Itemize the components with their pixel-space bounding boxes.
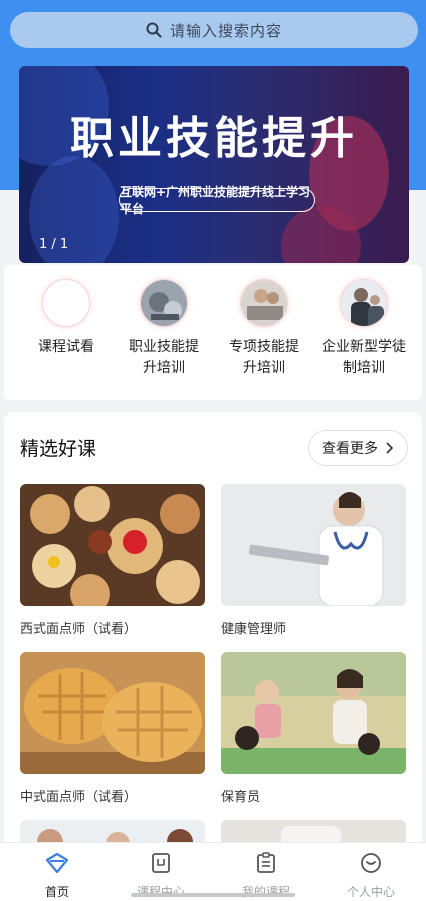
category-label: 专项技能提 升培训 bbox=[229, 339, 299, 376]
banner-subtitle: 互联网+广州职业技能提升线上学习平台 bbox=[119, 185, 315, 216]
home-icon bbox=[45, 852, 69, 874]
featured-courses-section: 精选好课 查看更多 西式面点师（试看） 健康管理师 中式面点师（试看） 保育员 bbox=[4, 412, 422, 901]
childcare-photo bbox=[221, 652, 406, 774]
tab-label: 首页 bbox=[44, 885, 69, 899]
search-placeholder: 请输入搜索内容 bbox=[169, 21, 282, 40]
my-courses-icon bbox=[257, 852, 275, 873]
category-vocational-skills[interactable]: 职业技能提 升培训 bbox=[116, 279, 212, 379]
promo-banner[interactable]: 职业技能提升 互联网+广州职业技能提升线上学习平台 1 / 1 bbox=[19, 66, 409, 263]
course-card[interactable]: 保育员 bbox=[221, 652, 406, 805]
home-indicator bbox=[131, 893, 295, 897]
chinese-pastry-photo bbox=[20, 652, 205, 774]
course-title: 中式面点师（试看） bbox=[20, 790, 138, 805]
section-title: 精选好课 bbox=[20, 438, 97, 460]
search-icon bbox=[146, 22, 162, 38]
apprentice-photo-icon bbox=[340, 279, 388, 327]
tab-label: 我的课程 bbox=[241, 885, 290, 899]
profile-icon bbox=[361, 853, 381, 873]
category-label: 职业技能提 升培训 bbox=[129, 339, 199, 376]
view-more-button[interactable]: 查看更多 bbox=[308, 430, 408, 466]
course-card[interactable]: 西式面点师（试看） bbox=[20, 484, 205, 637]
category-label: 企业新型学徒 制培训 bbox=[322, 339, 406, 376]
search-bar[interactable]: 请输入搜索内容 bbox=[10, 12, 418, 48]
category-course-preview[interactable]: 课程试看 bbox=[18, 279, 114, 358]
tab-profile[interactable]: 个人中心 bbox=[318, 851, 424, 900]
category-apprenticeship[interactable]: 企业新型学徒 制培训 bbox=[316, 279, 412, 379]
doctor-photo bbox=[221, 484, 406, 606]
category-label: 课程试看 bbox=[38, 339, 94, 355]
vocational-skills-photo-icon bbox=[140, 279, 188, 327]
tab-home[interactable]: 首页 bbox=[4, 851, 110, 900]
category-grid: 课程试看 职业技能提 升培训 专项技能提 升培训 企业新型学徒 制培训 bbox=[4, 265, 422, 400]
banner-page-indicator: 1 / 1 bbox=[39, 237, 69, 252]
blank-circle-icon bbox=[42, 279, 90, 327]
course-center-icon bbox=[152, 853, 170, 873]
category-special-skills[interactable]: 专项技能提 升培训 bbox=[216, 279, 312, 379]
banner-title: 职业技能提升 bbox=[70, 113, 358, 164]
course-title: 西式面点师（试看） bbox=[20, 622, 138, 637]
course-card[interactable]: 健康管理师 bbox=[221, 484, 406, 637]
course-title: 健康管理师 bbox=[221, 622, 287, 637]
western-pastry-photo bbox=[20, 484, 205, 606]
view-more-label: 查看更多 bbox=[322, 441, 378, 457]
tab-label: 课程中心 bbox=[136, 885, 185, 899]
course-title: 保育员 bbox=[221, 790, 261, 805]
course-card[interactable]: 中式面点师（试看） bbox=[20, 652, 205, 805]
tab-label: 个人中心 bbox=[346, 885, 395, 899]
chevron-right-icon bbox=[386, 442, 394, 454]
special-skills-photo-icon bbox=[240, 279, 288, 327]
